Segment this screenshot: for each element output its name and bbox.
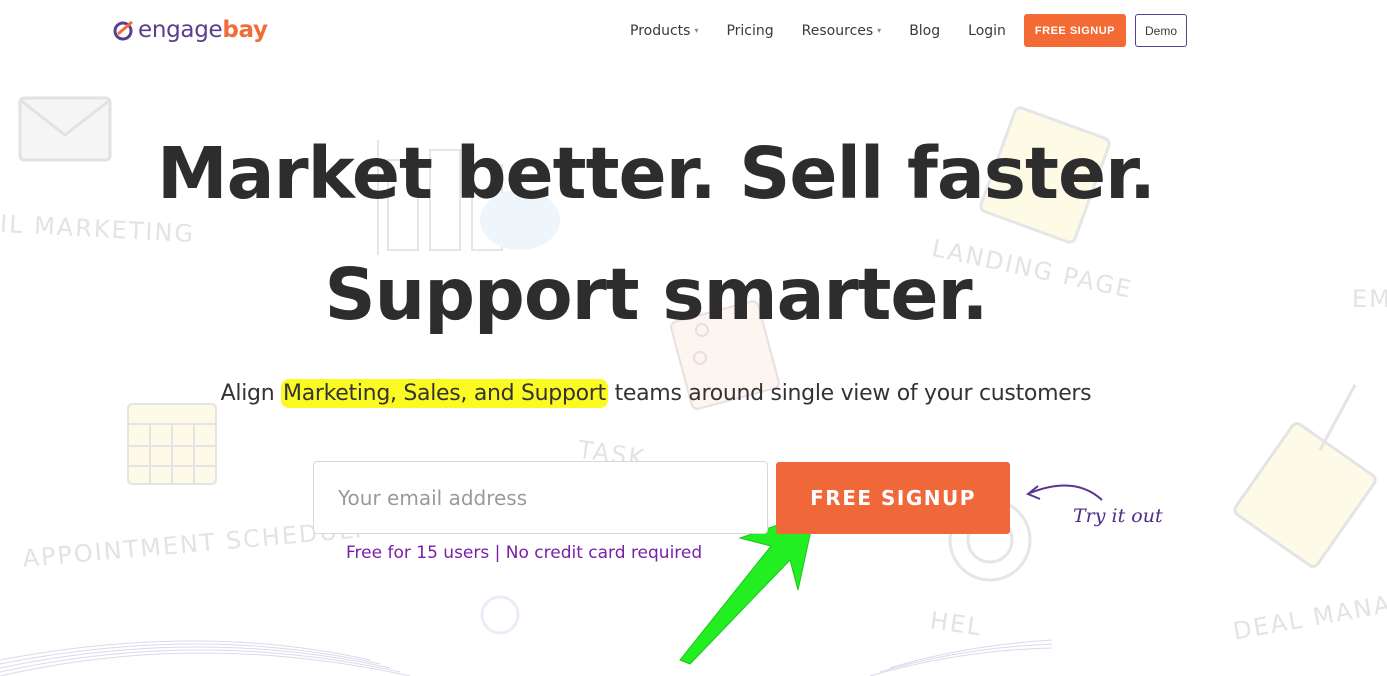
try-it-out-arrow-icon [1029, 484, 1103, 501]
hero-subtitle: Align Marketing, Sales, and Support team… [220, 379, 1092, 408]
deal-doodle-icon [1233, 384, 1377, 568]
nav-resources[interactable]: Resources ▾ [802, 23, 882, 39]
annotation-arrow-icon [679, 511, 816, 665]
top-nav: Products ▾ Pricing Resources ▾ Blog Login … [616, 14, 1188, 47]
chevron-down-icon: ▾ [694, 26, 699, 35]
nav-products[interactable]: Products ▾ [630, 23, 698, 39]
background-illustrations [0, 96, 1377, 676]
nav-login[interactable]: Login [968, 23, 1006, 39]
calendar-doodle-icon [127, 403, 217, 485]
gear-doodle-icon [480, 595, 520, 635]
bg-label-em: EM [1352, 285, 1387, 313]
free-signup-button[interactable]: FREE SIGNUP [776, 462, 1010, 534]
nav-pricing[interactable]: Pricing [726, 23, 773, 39]
headline-line-2: Support smarter. [324, 253, 989, 336]
brand-logo[interactable]: engagebay [112, 15, 268, 45]
bottom-wave-lines [0, 639, 1053, 676]
nav-demo-button[interactable]: Demo [1135, 14, 1188, 47]
free-note: Free for 15 users | No credit card requi… [346, 543, 703, 563]
nav-blog[interactable]: Blog [909, 23, 940, 39]
logo-text: engagebay [138, 17, 268, 43]
email-input[interactable] [313, 461, 768, 534]
try-it-out-label: Try it out [1073, 505, 1163, 527]
logo-mark-icon [113, 20, 133, 41]
nav-free-signup-button[interactable]: FREE SIGNUP [1023, 14, 1126, 47]
headline-line-1: Market better. Sell faster. [157, 132, 1156, 215]
chevron-down-icon: ▾ [877, 26, 882, 35]
highlighted-text: Marketing, Sales, and Support [281, 379, 608, 408]
